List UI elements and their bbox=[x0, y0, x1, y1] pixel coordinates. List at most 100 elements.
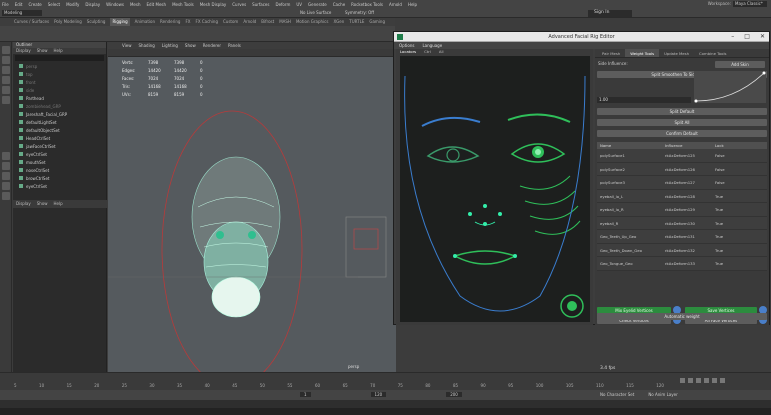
table-row[interactable]: Geo_Teeth_Up_Geo rkAxDeform131 True bbox=[597, 230, 767, 244]
outliner-item[interactable]: eyeCtrlSet bbox=[13, 150, 106, 158]
shelf-tab-sculpting[interactable]: Sculpting bbox=[87, 18, 106, 26]
shelf-tab-curves-surfaces[interactable]: Curves / Surfaces bbox=[14, 18, 49, 26]
viewport-panel[interactable]: View Shading Lighting Show Renderer Pane… bbox=[108, 42, 396, 372]
minimize-icon[interactable]: – bbox=[731, 33, 734, 40]
anim-layer-dropdown[interactable]: No Anim Layer bbox=[648, 392, 677, 397]
menu-modify[interactable]: Modify bbox=[66, 2, 79, 7]
value-field[interactable]: 1.00 bbox=[597, 97, 691, 103]
viewport-menu-panels[interactable]: Panels bbox=[228, 42, 241, 49]
shelf-tab-custom[interactable]: Custom bbox=[223, 18, 238, 26]
go-end-icon[interactable] bbox=[720, 378, 725, 383]
menu-surfaces[interactable]: Surfaces bbox=[252, 2, 269, 7]
symmetry-label[interactable]: Symmetry: Off bbox=[345, 10, 374, 15]
row-lock[interactable]: True bbox=[715, 217, 767, 230]
right-tab-pair-mesh[interactable]: Pair Mesh bbox=[597, 49, 625, 57]
menu-set-dropdown[interactable]: Modeling bbox=[2, 10, 42, 16]
shelf-tab-fx-caching[interactable]: FX Caching bbox=[196, 18, 218, 26]
outliner-item[interactable]: HeadCtrlSet bbox=[13, 134, 106, 142]
table-row[interactable]: eyeball_R rkAxDeform130 True bbox=[597, 216, 767, 230]
face-locator-canvas[interactable] bbox=[400, 56, 590, 322]
menu-create[interactable]: Create bbox=[28, 2, 41, 7]
outliner-menu-help[interactable]: Help bbox=[54, 48, 63, 54]
workspace-dropdown[interactable]: Maya Classic* bbox=[733, 1, 767, 7]
menu-select[interactable]: Select bbox=[48, 2, 60, 7]
table-row[interactable]: polySurface2 rkAxDeform126 False bbox=[597, 162, 767, 176]
split-all-button[interactable]: Split All bbox=[597, 119, 767, 126]
outliner-item[interactable]: side bbox=[13, 86, 106, 94]
shelf-tab-rigging[interactable]: Rigging bbox=[110, 18, 130, 26]
viewport-menu-view[interactable]: View bbox=[122, 42, 132, 49]
outliner-item[interactable]: mouthSet bbox=[13, 158, 106, 166]
menu-uv[interactable]: UV bbox=[296, 2, 302, 7]
shelf-tab-turtle[interactable]: TURTLE bbox=[349, 18, 364, 26]
maximize-icon[interactable]: □ bbox=[744, 33, 750, 40]
table-row[interactable]: Geo_Teeth_Down_Geo rkAxDeform132 True bbox=[597, 243, 767, 257]
go-start-icon[interactable] bbox=[680, 378, 685, 383]
right-tab-combine-tools[interactable]: Combine Tools bbox=[694, 49, 731, 57]
editor-menu-options[interactable]: Options bbox=[399, 42, 414, 49]
shelf-tab-fx[interactable]: FX bbox=[185, 18, 190, 26]
shelf-tab-arnold[interactable]: Arnold bbox=[243, 18, 256, 26]
table-row[interactable]: polySurface1 rkAxDeform125 False bbox=[597, 149, 767, 163]
automatic-weight-button[interactable]: Automatic weight bbox=[597, 313, 767, 320]
outliner-item[interactable]: zombiehead_GRP bbox=[13, 102, 106, 110]
menu-deform[interactable]: Deform bbox=[275, 2, 290, 7]
viewport-menu-show[interactable]: Show bbox=[185, 42, 196, 49]
shelf-tab-xgen[interactable]: XGen bbox=[333, 18, 344, 26]
play-forward-icon[interactable] bbox=[704, 378, 709, 383]
left-tab-all[interactable]: All bbox=[439, 49, 444, 55]
table-row[interactable]: eyeball_lo_L rkAxDeform128 True bbox=[597, 189, 767, 203]
viewport-menu-shading[interactable]: Shading bbox=[139, 42, 155, 49]
outliner-item[interactable]: browCtrlSet bbox=[13, 174, 106, 182]
left-tab-ctrl[interactable]: Ctrl bbox=[424, 49, 431, 55]
header-lock[interactable]: Lock bbox=[715, 142, 767, 149]
outliner-item[interactable]: defaultObjectSet bbox=[13, 126, 106, 134]
outliner-menu-show[interactable]: Show bbox=[37, 48, 48, 54]
outliner-item[interactable]: eyeCtrlSet bbox=[13, 182, 106, 190]
outliner-lower-display[interactable]: Display bbox=[16, 200, 31, 208]
menu-mesh[interactable]: Mesh bbox=[130, 2, 141, 7]
step-forward-icon[interactable] bbox=[712, 378, 717, 383]
play-back-icon[interactable] bbox=[696, 378, 701, 383]
shelf-tab-mash[interactable]: MASH bbox=[279, 18, 291, 26]
outliner-item[interactable]: front bbox=[13, 78, 106, 86]
layout-four-icon[interactable] bbox=[2, 162, 10, 170]
shelf-tab-poly-modeling[interactable]: Poly Modeling bbox=[54, 18, 82, 26]
row-lock[interactable]: True bbox=[715, 203, 767, 216]
shelf-tab-rendering[interactable]: Rendering bbox=[160, 18, 180, 26]
outliner-search-input[interactable] bbox=[15, 55, 104, 61]
layout-side-icon[interactable] bbox=[2, 172, 10, 180]
row-lock[interactable]: True bbox=[715, 190, 767, 203]
table-row[interactable]: Geo_Tongue_Geo rkAxDeform133 True bbox=[597, 257, 767, 271]
rotate-tool-icon[interactable] bbox=[2, 86, 10, 94]
select-tool-icon[interactable] bbox=[2, 46, 10, 54]
menu-edit[interactable]: Edit bbox=[15, 2, 23, 7]
row-lock[interactable]: True bbox=[715, 257, 767, 270]
menu-rocketbox-tools[interactable]: Rocketbox Tools bbox=[351, 2, 383, 7]
confirm-default-button[interactable]: Confirm Default bbox=[597, 130, 767, 137]
scale-tool-icon[interactable] bbox=[2, 96, 10, 104]
viewport-menu-renderer[interactable]: Renderer bbox=[203, 42, 221, 49]
row-lock[interactable]: True bbox=[715, 244, 767, 257]
outliner-item[interactable]: Parthead bbox=[13, 94, 106, 102]
falloff-curve-graph[interactable] bbox=[694, 71, 766, 103]
move-tool-icon[interactable] bbox=[2, 76, 10, 84]
menu-help[interactable]: Help bbox=[408, 2, 417, 7]
header-name[interactable]: Name bbox=[597, 142, 665, 149]
command-line[interactable] bbox=[0, 400, 771, 408]
add-skin-button[interactable]: Add Skin bbox=[715, 61, 765, 68]
live-surface-label[interactable]: No Live Surface bbox=[300, 10, 331, 15]
layout-stack-icon[interactable] bbox=[2, 182, 10, 190]
table-row[interactable]: eyeball_lo_R rkAxDeform129 True bbox=[597, 203, 767, 217]
paint-select-icon[interactable] bbox=[2, 66, 10, 74]
menu-arnold[interactable]: Arnold bbox=[389, 2, 402, 7]
menu-curves[interactable]: Curves bbox=[232, 2, 246, 7]
layout-single-icon[interactable] bbox=[2, 152, 10, 160]
start-frame-field[interactable]: 1 bbox=[300, 392, 311, 397]
character-set-dropdown[interactable]: No Character Set bbox=[600, 392, 634, 397]
row-lock[interactable]: False bbox=[715, 163, 767, 176]
outliner-menu-display[interactable]: Display bbox=[16, 48, 31, 54]
menu-cache[interactable]: Cache bbox=[333, 2, 345, 7]
step-back-icon[interactable] bbox=[688, 378, 693, 383]
row-lock[interactable]: False bbox=[715, 149, 767, 162]
